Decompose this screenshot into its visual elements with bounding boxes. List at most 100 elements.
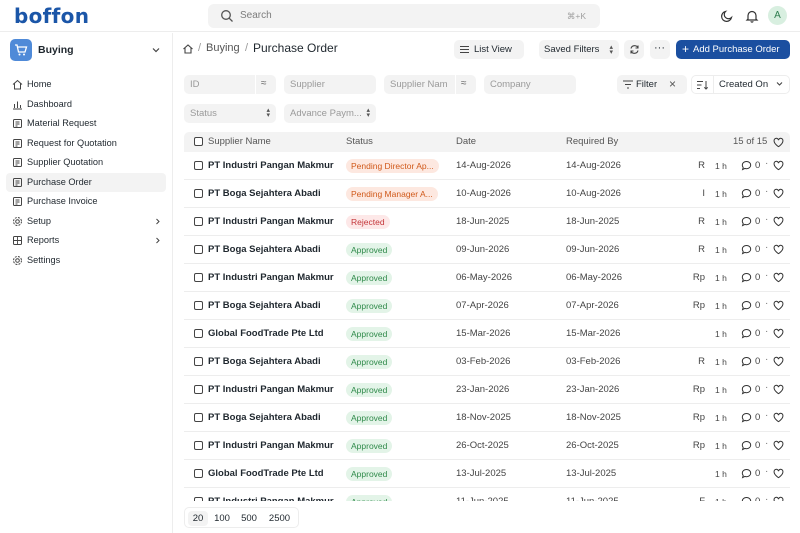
workspace-switcher[interactable]: Buying <box>8 38 166 63</box>
company-filter-field[interactable]: Company <box>484 75 576 94</box>
supplier-name-cell[interactable]: PT Industri Pangan Makmur <box>208 272 338 283</box>
sidebar-item-purchase-order[interactable]: Purchase Order <box>6 172 166 192</box>
row-checkbox[interactable] <box>194 497 203 501</box>
sidebar-item-dashboard[interactable]: Dashboard <box>6 95 166 115</box>
heart-icon[interactable] <box>773 356 784 367</box>
table-row[interactable]: PT Industri Pangan Makmur Approved 06-May-… <box>184 264 790 292</box>
table-row[interactable]: PT Boga Sejahtera Abadi Pending Manager A… <box>184 180 790 208</box>
user-avatar[interactable]: A <box>768 6 787 25</box>
supplier-name-filter-field[interactable]: Supplier Nam ≈ <box>384 75 476 94</box>
search-bar[interactable]: Search ⌘+K <box>208 4 600 28</box>
heart-icon[interactable] <box>773 468 784 479</box>
sort-icon[interactable] <box>697 80 708 90</box>
page-size-20[interactable]: 20 <box>188 511 208 526</box>
supplier-name-cell[interactable]: Global FoodTrade Pte Ltd <box>208 468 338 479</box>
supplier-name-cell[interactable]: PT Industri Pangan Makmur <box>208 216 338 227</box>
row-checkbox[interactable] <box>194 301 203 310</box>
more-options-button[interactable]: ··· <box>650 40 670 59</box>
table-row[interactable]: PT Industri Pangan Makmur Approved 23-Jan-… <box>184 376 790 404</box>
supplier-name-cell[interactable]: PT Industri Pangan Makmur <box>208 496 338 501</box>
page-size-100[interactable]: 100 <box>210 511 234 526</box>
table-row[interactable]: PT Boga Sejahtera Abadi Approved 07-Apr-20… <box>184 292 790 320</box>
advance-payment-filter-select[interactable]: Advance Paym... ▴ ▾ <box>284 104 376 123</box>
heart-icon[interactable] <box>773 160 784 171</box>
moon-icon[interactable] <box>720 9 734 23</box>
refresh-button[interactable] <box>624 40 644 59</box>
supplier-name-cell[interactable]: PT Boga Sejahtera Abadi <box>208 300 338 311</box>
add-purchase-order-button[interactable]: + Add Purchase Order <box>676 40 790 59</box>
sidebar-item-purchase-invoice[interactable]: Purchase Invoice <box>6 192 166 212</box>
separator-dot: · <box>765 158 769 169</box>
table-row[interactable]: PT Industri Pangan Makmur Approved 11-Jun-… <box>184 488 790 501</box>
row-checkbox[interactable] <box>194 189 203 198</box>
supplier-name-cell[interactable]: PT Boga Sejahtera Abadi <box>208 412 338 423</box>
row-checkbox[interactable] <box>194 441 203 450</box>
sidebar-item-home[interactable]: Home <box>6 75 166 95</box>
heart-icon[interactable] <box>773 496 784 501</box>
heart-icon[interactable] <box>773 244 784 255</box>
id-filter-field[interactable]: ID ≈ <box>184 75 276 94</box>
supplier-name-cell[interactable]: PT Boga Sejahtera Abadi <box>208 188 338 199</box>
heart-icon[interactable] <box>773 216 784 227</box>
row-checkbox[interactable] <box>194 217 203 226</box>
list-view-button[interactable]: List View <box>454 40 524 59</box>
select-all-checkbox[interactable] <box>194 137 203 146</box>
heart-icon[interactable] <box>773 300 784 311</box>
table-row[interactable]: PT Boga Sejahtera Abadi Approved 09-Jun-20… <box>184 236 790 264</box>
status-filter-placeholder: Status <box>190 108 217 119</box>
supplier-name-cell[interactable]: PT Boga Sejahtera Abadi <box>208 244 338 255</box>
row-checkbox[interactable] <box>194 413 203 422</box>
clear-filter-icon[interactable]: × <box>669 77 676 91</box>
status-filter-select[interactable]: Status ▴ ▾ <box>184 104 276 123</box>
sort-selector[interactable]: Created On <box>691 75 790 94</box>
approx-icon[interactable]: ≈ <box>261 78 267 89</box>
supplier-name-cell[interactable]: PT Industri Pangan Makmur <box>208 440 338 451</box>
modified-time: 1 h <box>715 273 727 283</box>
approx-icon[interactable]: ≈ <box>461 78 467 89</box>
supplier-name-cell[interactable]: Global FoodTrade Pte Ltd <box>208 328 338 339</box>
heart-icon[interactable] <box>773 440 784 451</box>
table-row[interactable]: PT Industri Pangan Makmur Pending Directo… <box>184 152 790 180</box>
sidebar-item-reports[interactable]: Reports <box>6 231 166 251</box>
home-icon[interactable] <box>182 43 194 55</box>
heart-icon[interactable] <box>773 137 784 148</box>
select-chevron-icon: ▴ ▾ <box>366 107 370 119</box>
filter-label: Filter <box>636 79 658 90</box>
page-size-500[interactable]: 500 <box>236 511 262 526</box>
sidebar-item-settings[interactable]: Settings <box>6 251 166 271</box>
grand-total-cell: R <box>698 216 705 227</box>
supplier-filter-field[interactable]: Supplier <box>284 75 376 94</box>
heart-icon[interactable] <box>773 412 784 423</box>
table-row[interactable]: PT Industri Pangan Makmur Approved 26-Oct-… <box>184 432 790 460</box>
supplier-name-cell[interactable]: PT Boga Sejahtera Abadi <box>208 356 338 367</box>
breadcrumb-buying[interactable]: Buying <box>206 42 240 54</box>
heart-icon[interactable] <box>773 328 784 339</box>
heart-icon[interactable] <box>773 188 784 199</box>
row-checkbox[interactable] <box>194 245 203 254</box>
brand-logo[interactable]: boffon <box>14 4 89 28</box>
table-row[interactable]: Global FoodTrade Pte Ltd Approved 13-Jul-2… <box>184 460 790 488</box>
sidebar-item-request-for-quotation[interactable]: Request for Quotation <box>6 134 166 154</box>
row-checkbox[interactable] <box>194 385 203 394</box>
select-chevron-icon: ▴ ▾ <box>266 107 270 119</box>
sidebar-item-setup[interactable]: Setup <box>6 212 166 232</box>
supplier-name-cell[interactable]: PT Industri Pangan Makmur <box>208 160 338 171</box>
sidebar-item-supplier-quotation[interactable]: Supplier Quotation <box>6 153 166 173</box>
table-row[interactable]: PT Boga Sejahtera Abadi Approved 18-Nov-20… <box>184 404 790 432</box>
sidebar-item-material-request[interactable]: Material Request <box>6 114 166 134</box>
filter-button[interactable]: Filter × <box>617 75 687 94</box>
page-size-2500[interactable]: 2500 <box>264 511 295 526</box>
table-row[interactable]: PT Industri Pangan Makmur Rejected 18-Jun-… <box>184 208 790 236</box>
table-row[interactable]: PT Boga Sejahtera Abadi Approved 03-Feb-20… <box>184 348 790 376</box>
saved-filters-button[interactable]: Saved Filters ▴ ▾ <box>539 40 619 59</box>
row-checkbox[interactable] <box>194 469 203 478</box>
heart-icon[interactable] <box>773 384 784 395</box>
table-row[interactable]: Global FoodTrade Pte Ltd Approved 15-Mar-2… <box>184 320 790 348</box>
row-checkbox[interactable] <box>194 273 203 282</box>
supplier-name-cell[interactable]: PT Industri Pangan Makmur <box>208 384 338 395</box>
row-checkbox[interactable] <box>194 357 203 366</box>
row-checkbox[interactable] <box>194 161 203 170</box>
bell-icon[interactable] <box>745 9 759 23</box>
row-checkbox[interactable] <box>194 329 203 338</box>
heart-icon[interactable] <box>773 272 784 283</box>
